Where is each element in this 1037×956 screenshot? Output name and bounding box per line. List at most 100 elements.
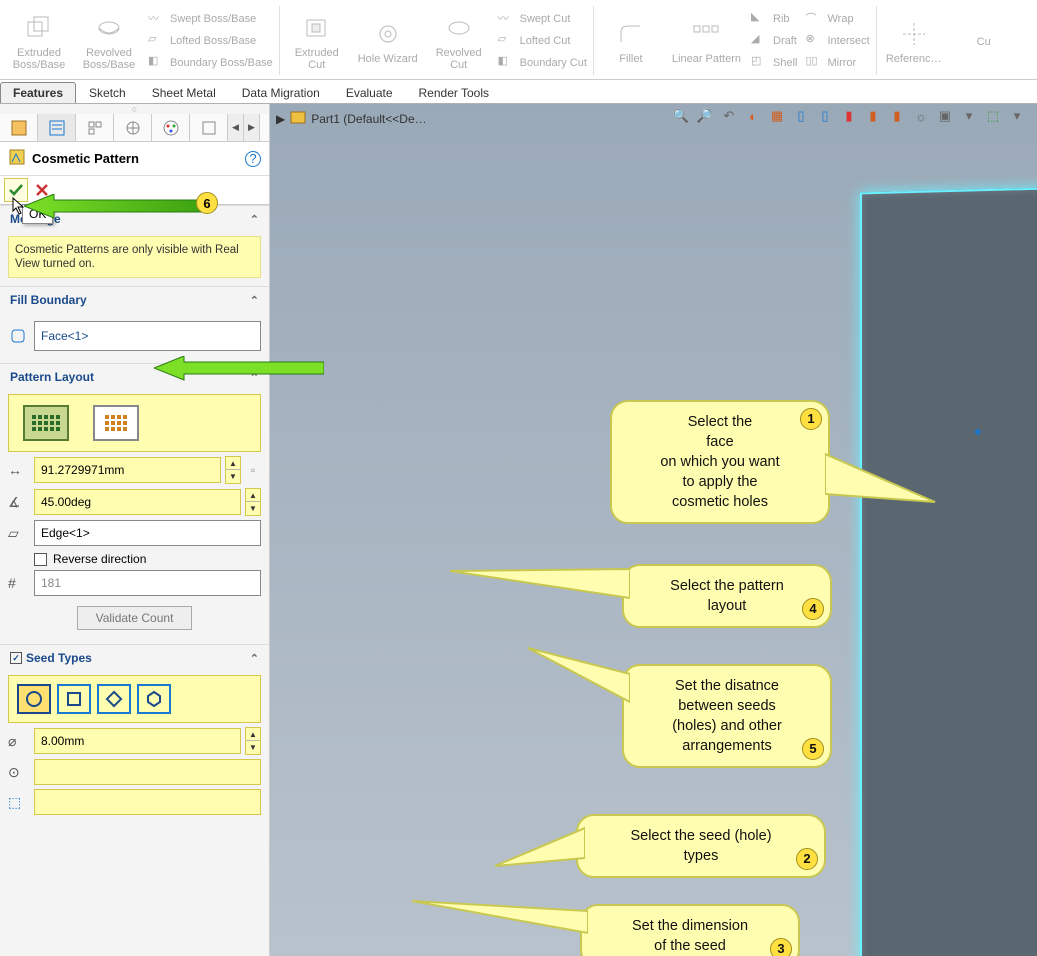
ribbon-wrap[interactable]: ⌒Wrap xyxy=(805,10,869,28)
viewport-toolbar: 🔍 🔎 ↶ ◐ ▦ ▯ ▯ ▮ ▮ ▮ ☼ ▣ ▾ ⬚ ▾ xyxy=(671,106,1027,126)
tab-sketch[interactable]: Sketch xyxy=(76,82,139,103)
bar1-icon[interactable]: ▮ xyxy=(863,106,883,126)
ribbon-curves[interactable]: Cu xyxy=(949,2,1019,79)
section-fill-header[interactable]: Fill Boundary⌃ xyxy=(0,286,269,313)
callout-1: 1 Select the face on which you want to a… xyxy=(610,400,830,524)
seed-hex-button[interactable] xyxy=(137,684,171,714)
ribbon-fillet[interactable]: Fillet xyxy=(596,2,666,79)
seed-checkbox-icon[interactable]: ✓ xyxy=(10,652,22,664)
panel-grip[interactable]: ○ xyxy=(0,104,269,114)
view-orient-icon[interactable]: ▣ xyxy=(935,106,955,126)
panel-tab-dim[interactable] xyxy=(114,114,152,141)
spin-down-icon[interactable]: ▼ xyxy=(246,502,260,515)
box-icon[interactable]: ⬚ xyxy=(983,106,1003,126)
tab-rendertools[interactable]: Render Tools xyxy=(406,82,503,103)
validate-count-button[interactable]: Validate Count xyxy=(77,606,193,630)
seed-dim-spinner[interactable]: ▲▼ xyxy=(245,727,261,755)
box-drop-icon[interactable]: ▾ xyxy=(1007,106,1027,126)
layout-stagger-button[interactable] xyxy=(93,405,139,441)
ribbon-swept-cut[interactable]: 〰Swept Cut xyxy=(498,10,587,28)
boundary-boss-icon: ◧ xyxy=(148,54,166,72)
hide-show-icon[interactable]: ▯ xyxy=(791,106,811,126)
edge-input[interactable]: Edge<1> xyxy=(34,520,261,546)
ribbon-linear-pattern[interactable]: Linear Pattern xyxy=(666,2,747,79)
layout-grid-button[interactable] xyxy=(23,405,69,441)
lofted-boss-icon: ▱ xyxy=(148,32,166,50)
tab-features[interactable]: Features xyxy=(0,82,76,103)
ribbon-draft[interactable]: ◢Draft xyxy=(751,32,797,50)
angle-spinner[interactable]: ▲▼ xyxy=(245,488,261,516)
display-style-icon[interactable]: ▦ xyxy=(767,106,787,126)
ribbon-revolved-cut[interactable]: Revolved Cut xyxy=(424,2,494,79)
callout-3-tail xyxy=(412,897,588,937)
panel-tab-property[interactable] xyxy=(38,114,76,141)
feature-title: Cosmetic Pattern xyxy=(32,151,239,166)
count-input[interactable]: 181 xyxy=(34,570,261,596)
zoom-fit-icon[interactable]: 🔍 xyxy=(671,106,691,126)
panel-tab-config[interactable] xyxy=(76,114,114,141)
seed-circle-button[interactable] xyxy=(17,684,51,714)
panel-tab-prev[interactable]: ◀ xyxy=(228,114,244,141)
breadcrumb[interactable]: ▶ Part1 (Default<<De… xyxy=(276,108,427,129)
message-body: Cosmetic Patterns are only visible with … xyxy=(8,236,261,278)
section-seed-header[interactable]: ✓Seed Types ⌃ xyxy=(0,644,269,671)
distance-input[interactable]: 91.2729971mm xyxy=(34,457,221,483)
panel-tab-appearance[interactable] xyxy=(152,114,190,141)
distance-spinner[interactable]: ▲▼ xyxy=(225,456,241,484)
chevron-up-icon: ⌃ xyxy=(250,294,259,307)
callout-5: 5 Set the disatnce between seeds (holes)… xyxy=(622,664,832,768)
ribbon-intersect[interactable]: ⊗Intersect xyxy=(805,32,869,50)
ribbon-lofted-boss[interactable]: ▱Lofted Boss/Base xyxy=(148,32,273,50)
panel-tab-next[interactable]: ▶ xyxy=(244,114,260,141)
zoom-area-icon[interactable]: 🔎 xyxy=(695,106,715,126)
model-face[interactable] xyxy=(860,186,1037,956)
panel-tab-extra[interactable] xyxy=(190,114,228,141)
ribbon-reference[interactable]: Referenc… xyxy=(879,2,949,79)
reverse-direction-checkbox[interactable]: Reverse direction xyxy=(34,552,261,566)
callout-3: 3 Set the dimension of the seed xyxy=(580,904,800,956)
origin-icon: ✦ xyxy=(972,424,984,441)
ribbon-lofted-cut[interactable]: ▱Lofted Cut xyxy=(498,32,587,50)
stop-icon[interactable]: ▮ xyxy=(839,106,859,126)
ribbon-rib[interactable]: ◣Rib xyxy=(751,10,797,28)
seed-square-button[interactable] xyxy=(57,684,91,714)
lofted-cut-icon: ▱ xyxy=(498,32,516,50)
ribbon-boundary-cut[interactable]: ◧Boundary Cut xyxy=(498,54,587,72)
tab-datamigration[interactable]: Data Migration xyxy=(229,82,333,103)
ribbon-mirror[interactable]: ▯▯Mirror xyxy=(805,54,869,72)
tab-sheetmetal[interactable]: Sheet Metal xyxy=(139,82,229,103)
option-popout-icon[interactable]: ▫ xyxy=(245,463,261,477)
hide-show2-icon[interactable]: ▯ xyxy=(815,106,835,126)
bar2-icon[interactable]: ▮ xyxy=(887,106,907,126)
callout-4-tail xyxy=(450,564,630,604)
help-icon[interactable]: ? xyxy=(245,151,261,167)
ribbon: Extruded Boss/Base Revolved Boss/Base 〰S… xyxy=(0,0,1037,80)
tab-evaluate[interactable]: Evaluate xyxy=(333,82,406,103)
ribbon-swept-boss[interactable]: 〰Swept Boss/Base xyxy=(148,10,273,28)
seed-diamond-button[interactable] xyxy=(97,684,131,714)
fill-boundary-input[interactable]: Face<1> xyxy=(34,321,261,351)
ribbon-boundary-boss[interactable]: ◧Boundary Boss/Base xyxy=(148,54,273,72)
seed-param2-input[interactable] xyxy=(34,759,261,785)
ribbon-extruded-cut[interactable]: Extruded Cut xyxy=(282,2,352,79)
edge-icon: ▱ xyxy=(8,525,30,542)
seed-param3-input[interactable] xyxy=(34,789,261,815)
ribbon-revolved-boss[interactable]: Revolved Boss/Base xyxy=(74,2,144,79)
view-orient-drop-icon[interactable]: ▾ xyxy=(959,106,979,126)
spin-up-icon[interactable]: ▲ xyxy=(246,489,260,502)
ribbon-shell[interactable]: ◰Shell xyxy=(751,54,797,72)
spin-down-icon[interactable]: ▼ xyxy=(226,470,240,483)
spin-up-icon[interactable]: ▲ xyxy=(246,728,260,741)
viewport[interactable]: ▶ Part1 (Default<<De… 🔍 🔎 ↶ ◐ ▦ ▯ ▯ ▮ ▮ … xyxy=(270,104,1037,956)
prev-view-icon[interactable]: ↶ xyxy=(719,106,739,126)
ribbon-extruded-boss[interactable]: Extruded Boss/Base xyxy=(4,2,74,79)
scene-icon[interactable]: ☼ xyxy=(911,106,931,126)
section-view-icon[interactable]: ◐ xyxy=(743,106,763,126)
panel-tab-feature-tree[interactable] xyxy=(0,114,38,141)
seed-dimension-input[interactable]: 8.00mm xyxy=(34,728,241,754)
spin-down-icon[interactable]: ▼ xyxy=(246,741,260,754)
spin-up-icon[interactable]: ▲ xyxy=(226,457,240,470)
expand-icon[interactable]: ▶ xyxy=(276,112,285,126)
ribbon-hole-wizard[interactable]: Hole Wizard xyxy=(352,2,424,79)
angle-input[interactable]: 45.00deg xyxy=(34,489,241,515)
